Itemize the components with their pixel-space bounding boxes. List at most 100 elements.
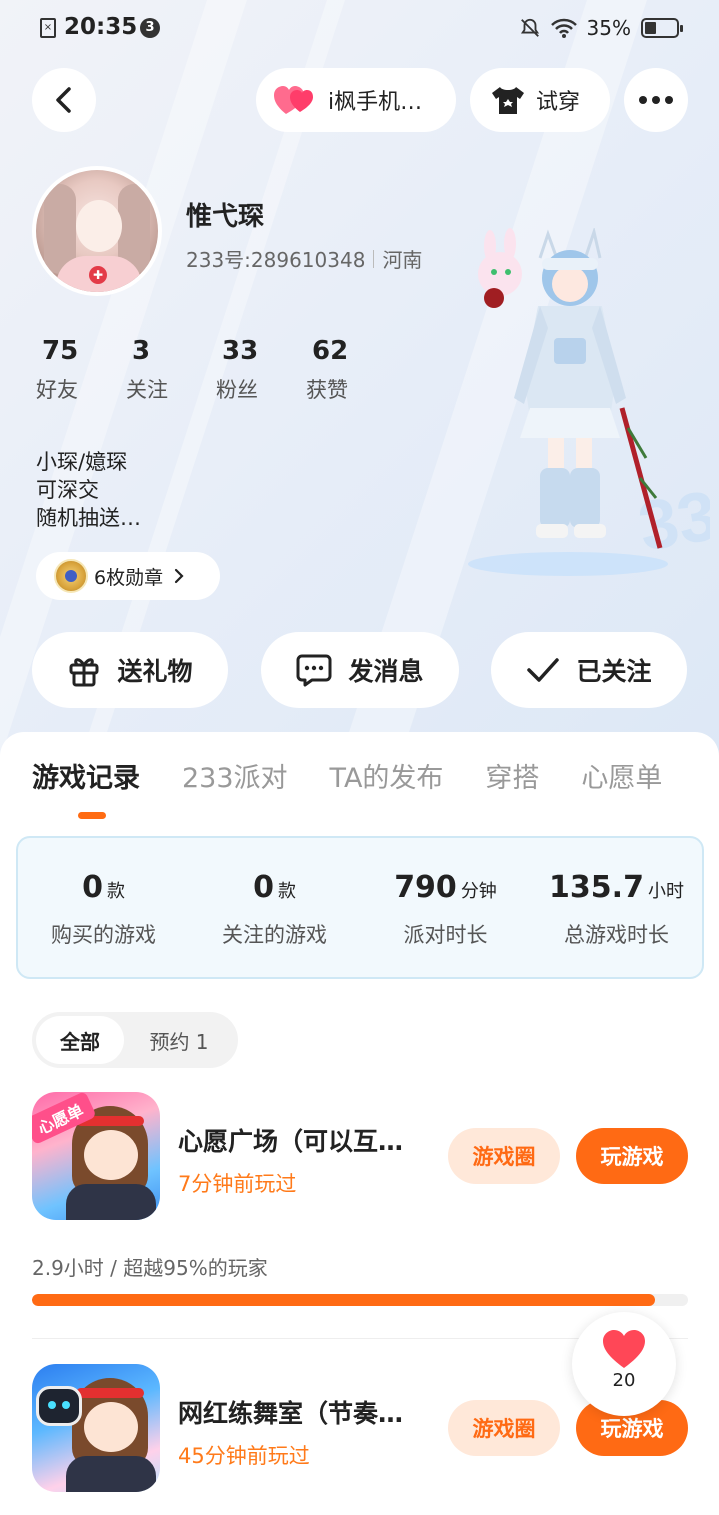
stat-likes[interactable]: 62 获赞 — [306, 336, 396, 404]
stat-label: 粉丝 — [216, 378, 258, 402]
summary-label: 关注的游戏 — [222, 923, 327, 947]
user-location: 河南 — [382, 248, 423, 272]
chevron-left-icon — [56, 87, 71, 113]
medal-icon — [54, 559, 88, 593]
summary-value: 0 — [82, 870, 103, 905]
heart-icon — [603, 1330, 645, 1368]
stat-fans[interactable]: 33 粉丝 — [216, 336, 306, 404]
notification-badge: 3 — [140, 18, 160, 38]
back-button[interactable] — [32, 68, 96, 132]
recent-game-pill[interactable]: i枫手机… — [256, 68, 456, 132]
avatar[interactable]: ✚ — [32, 166, 162, 296]
summary-purchased-games[interactable]: 0款 购买的游戏 — [18, 838, 189, 977]
tab-outfits[interactable]: 穿搭 — [485, 756, 539, 795]
user-id: 233号:289610348 — [186, 248, 366, 272]
recent-game-name: i枫手机… — [328, 90, 423, 115]
summary-label: 总游戏时长 — [564, 923, 669, 947]
stat-value: 33 — [222, 336, 259, 366]
filter-all[interactable]: 全部 — [36, 1016, 124, 1064]
try-on-label: 试穿 — [536, 90, 581, 115]
play-game-button[interactable]: 玩游戏 — [576, 1128, 688, 1184]
profile-tabs: 游戏记录 233派对 TA的发布 穿搭 心愿单 — [32, 756, 704, 795]
user-name: 惟弋琛 — [186, 202, 265, 232]
user-stats: 75 好友 3 关注 33 粉丝 62 获赞 — [36, 336, 396, 404]
stat-value: 75 — [42, 336, 79, 366]
playtime-progress-bar — [32, 1294, 688, 1306]
summary-party-time[interactable]: 790 分钟 派对时长 — [360, 838, 531, 977]
chat-bubble-icon — [296, 654, 332, 687]
summary-followed-games[interactable]: 0款 关注的游戏 — [189, 838, 360, 977]
bio-line: 随机抽送… — [36, 506, 141, 530]
stat-friends[interactable]: 75 好友 — [36, 336, 126, 404]
stat-value: 3 — [132, 336, 151, 366]
game-list-item[interactable]: 心愿单 心愿广场（可以互… 7分钟前玩过 游戏圈 玩游戏 — [32, 1092, 688, 1222]
bio-line: 可深交 — [36, 478, 99, 502]
wifi-icon — [550, 18, 577, 38]
try-on-button[interactable]: 试穿 — [470, 68, 610, 132]
floating-like-button[interactable]: 20 — [572, 1312, 676, 1416]
tab-posts[interactable]: TA的发布 — [330, 756, 444, 795]
checkmark-icon — [527, 658, 560, 682]
game-filter-toggle: 全部 预约 1 — [32, 1012, 238, 1068]
summary-label: 购买的游戏 — [51, 923, 156, 947]
game-last-played: 7分钟前玩过 — [178, 1172, 297, 1196]
stat-following[interactable]: 3 关注 — [126, 336, 216, 404]
more-dot-icon — [652, 96, 660, 104]
tab-wishlist[interactable]: 心愿单 — [581, 756, 662, 795]
summary-unit: 款 — [106, 881, 125, 902]
divider — [373, 249, 375, 268]
like-count: 20 — [612, 1370, 636, 1391]
game-circle-button[interactable]: 游戏圈 — [448, 1400, 560, 1456]
stat-label: 关注 — [126, 378, 168, 402]
battery-icon — [641, 18, 683, 38]
battery-percent: 35% — [586, 16, 631, 40]
summary-value: 790 — [394, 870, 457, 905]
stat-label: 获赞 — [306, 378, 348, 402]
summary-value: 0 — [253, 870, 274, 905]
medals-button[interactable]: 6枚勋章 — [36, 552, 220, 600]
tshirt-icon — [492, 87, 524, 114]
game-title: 心愿广场（可以互… — [178, 1127, 404, 1156]
stat-label: 好友 — [36, 378, 78, 402]
character-avatar-figure[interactable]: 33 — [470, 228, 710, 578]
status-time: 20:35 — [64, 14, 138, 40]
send-message-label: 发消息 — [348, 657, 424, 686]
summary-label: 派对时长 — [403, 923, 488, 947]
user-bio[interactable]: 小琛/嬑琛 可深交 随机抽送… — [36, 448, 141, 532]
filter-reserved[interactable]: 预约 1 — [124, 1016, 234, 1064]
gift-icon — [69, 658, 99, 687]
tab-233-party[interactable]: 233派对 — [182, 756, 288, 795]
more-dot-icon — [639, 96, 647, 104]
summary-total-playtime[interactable]: 135.7 小时 总游戏时长 — [531, 838, 702, 977]
playtime-progress-fill — [32, 1294, 656, 1306]
summary-unit: 分钟 — [460, 881, 497, 902]
game-title: 网红练舞室（节奏… — [178, 1399, 404, 1428]
summary-value: 135.7 — [549, 870, 644, 905]
more-options-button[interactable] — [624, 68, 688, 132]
summary-unit: 小时 — [647, 881, 684, 902]
send-gift-label: 送礼物 — [117, 657, 193, 686]
game-icon[interactable] — [32, 1364, 160, 1492]
medals-label: 6枚勋章 — [94, 566, 164, 589]
send-message-button[interactable]: 发消息 — [261, 632, 459, 708]
tab-game-records[interactable]: 游戏记录 — [32, 756, 140, 795]
game-icon[interactable]: 心愿单 — [32, 1092, 160, 1220]
robot-icon — [36, 1386, 82, 1426]
game-playtime-stat: 2.9小时 / 超越95%的玩家 — [32, 1256, 268, 1280]
followed-label: 已关注 — [576, 657, 652, 686]
status-bar: × 20:35 3 35% — [0, 0, 719, 56]
game-last-played: 45分钟前玩过 — [178, 1444, 310, 1468]
game-circle-button[interactable]: 游戏圈 — [448, 1128, 560, 1184]
summary-unit: 款 — [277, 881, 296, 902]
stat-value: 62 — [312, 336, 349, 366]
more-dot-icon — [665, 96, 673, 104]
heart-icon — [274, 86, 313, 114]
send-gift-button[interactable]: 送礼物 — [32, 632, 228, 708]
mute-icon — [520, 18, 539, 37]
active-tab-indicator — [78, 812, 106, 819]
user-id-row: 233号:289610348 河南 — [186, 244, 422, 273]
followed-button[interactable]: 已关注 — [491, 632, 687, 708]
chevron-right-icon — [174, 568, 184, 584]
sim-icon: × — [40, 18, 56, 38]
bio-line: 小琛/嬑琛 — [36, 450, 128, 474]
